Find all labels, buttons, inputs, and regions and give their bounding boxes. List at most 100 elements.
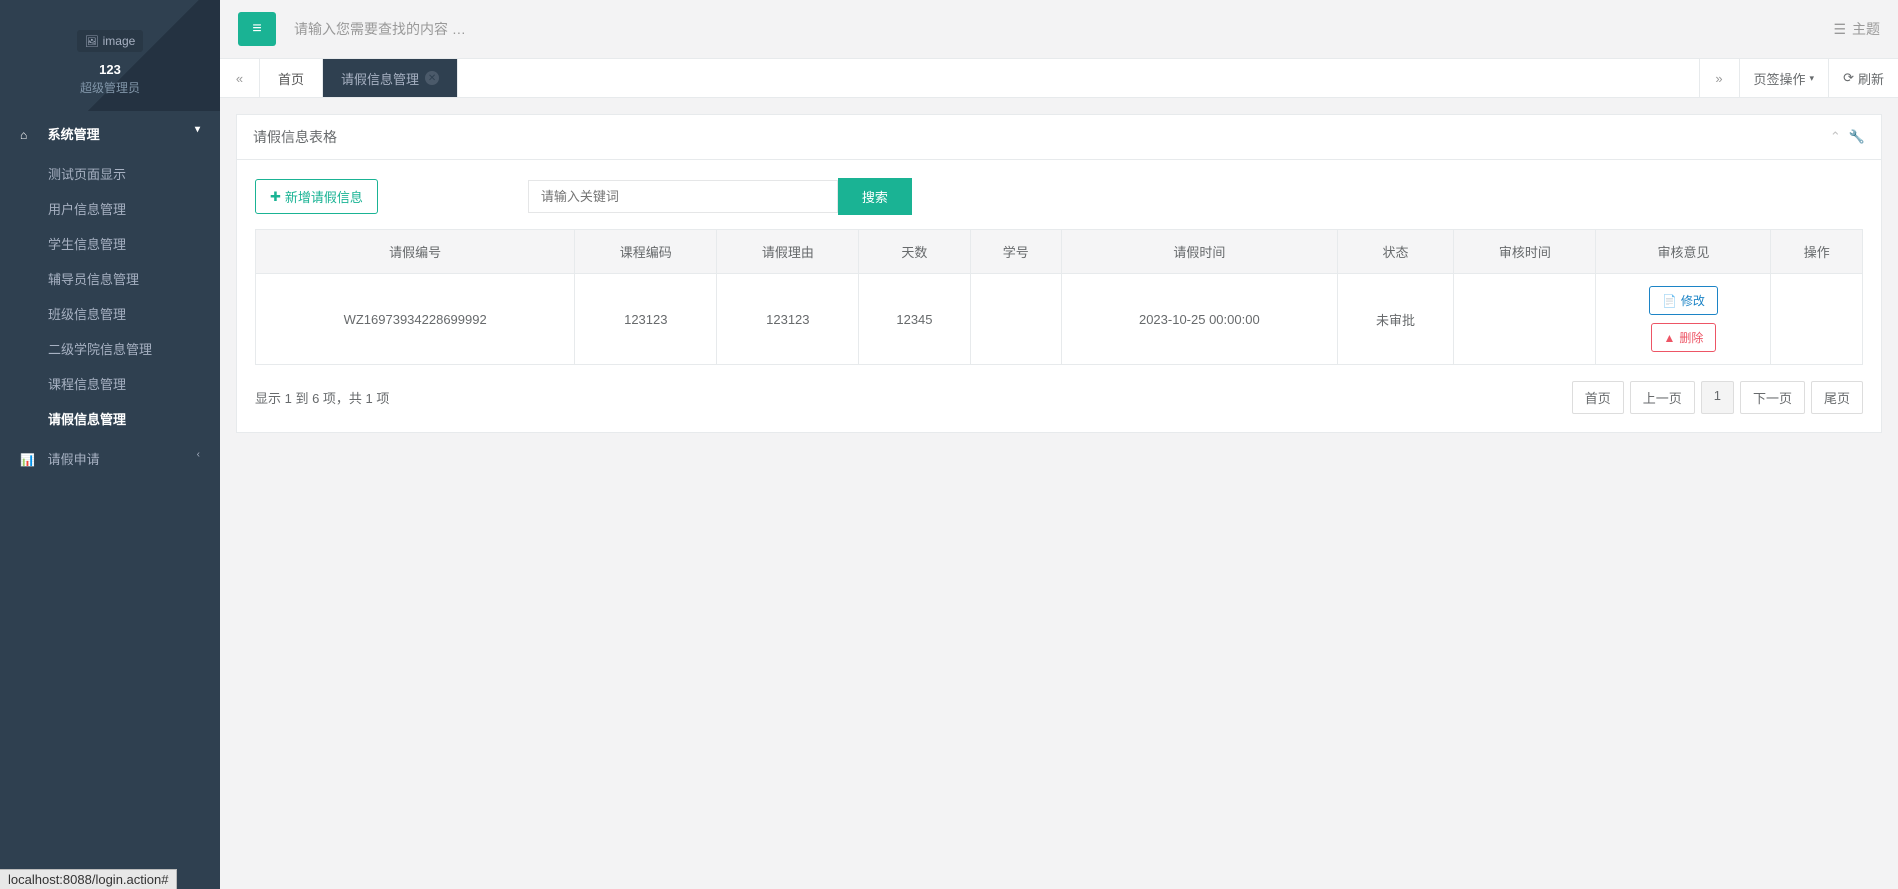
list-icon: ☰ bbox=[1833, 21, 1846, 38]
cell-leave-time: 2023-10-25 00:00:00 bbox=[1061, 274, 1337, 365]
profile-role: 超级管理员 bbox=[20, 79, 200, 96]
topbar: ≡ 请输入您需要查找的内容 … ☰ 主题 bbox=[220, 0, 1898, 58]
tab-ops-dropdown[interactable]: 页签操作 ▾ bbox=[1739, 59, 1829, 97]
close-icon[interactable]: ✕ bbox=[425, 71, 439, 85]
cell-reason: 123123 bbox=[717, 274, 859, 365]
status-bar: localhost:8088/login.action# bbox=[0, 869, 177, 889]
tab-ops-label: 页签操作 bbox=[1754, 69, 1806, 88]
cell-review-time bbox=[1454, 274, 1596, 365]
page-next[interactable]: 下一页 bbox=[1740, 381, 1805, 414]
col-review-comment: 审核意见 bbox=[1596, 230, 1771, 274]
col-leave-time: 请假时间 bbox=[1061, 230, 1337, 274]
nav-group-label: 请假申请 bbox=[48, 452, 100, 467]
home-icon: ⌂ bbox=[20, 128, 36, 142]
delete-button[interactable]: ▲ 删除 bbox=[1651, 323, 1717, 352]
cell-actions bbox=[1771, 274, 1863, 365]
tab-refresh-label: 刷新 bbox=[1858, 69, 1884, 88]
page-last[interactable]: 尾页 bbox=[1811, 381, 1863, 414]
cell-status: 未审批 bbox=[1337, 274, 1454, 365]
tab-scroll-left[interactable]: « bbox=[220, 59, 260, 97]
add-label: 新增请假信息 bbox=[285, 187, 363, 206]
table-header-row: 请假编号 课程编码 请假理由 天数 学号 请假时间 状态 审核时间 审核意见 操… bbox=[256, 230, 1863, 274]
bars-icon: ≡ bbox=[252, 20, 261, 38]
profile-name: 123 bbox=[20, 62, 200, 77]
nav-item-user-mgmt[interactable]: 用户信息管理 bbox=[0, 191, 220, 226]
cell-student-id bbox=[970, 274, 1061, 365]
tab-refresh[interactable]: ⟳ 刷新 bbox=[1828, 59, 1898, 97]
row-actions: 📄 修改 ▲ 删除 bbox=[1606, 286, 1760, 352]
col-review-time: 审核时间 bbox=[1454, 230, 1596, 274]
profile-block: image 123 超级管理员 bbox=[0, 0, 220, 111]
col-course-code: 课程编码 bbox=[575, 230, 717, 274]
theme-link[interactable]: ☰ 主题 bbox=[1833, 19, 1880, 39]
collapse-icon[interactable]: ⌃ bbox=[1830, 129, 1841, 145]
nav-group-system[interactable]: ⌂ 系统管理 ▾ bbox=[0, 111, 220, 156]
panel: 请假信息表格 ⌃ 🔧 ✚ 新增请假信息 搜索 bbox=[236, 114, 1882, 433]
tabbar: « 首页 请假信息管理 ✕ » 页签操作 ▾ ⟳ 刷新 bbox=[220, 58, 1898, 98]
caret-down-icon: ▾ bbox=[1810, 73, 1815, 84]
search-button[interactable]: 搜索 bbox=[838, 178, 912, 215]
nav-group-label: 系统管理 bbox=[48, 127, 100, 142]
panel-tools: ⌃ 🔧 bbox=[1830, 129, 1865, 145]
table-row: WZ16973934228699992 123123 123123 12345 … bbox=[256, 274, 1863, 365]
chart-icon: 📊 bbox=[20, 453, 36, 467]
tab-scroll-right[interactable]: » bbox=[1699, 59, 1739, 97]
nav-item-class-mgmt[interactable]: 班级信息管理 bbox=[0, 296, 220, 331]
cell-course-code: 123123 bbox=[575, 274, 717, 365]
panel-body: ✚ 新增请假信息 搜索 请假编号 课程编码 请假理由 天数 学号 bbox=[237, 160, 1881, 432]
chevron-down-icon: ▾ bbox=[195, 124, 200, 135]
content: 请假信息表格 ⌃ 🔧 ✚ 新增请假信息 搜索 bbox=[220, 98, 1898, 889]
nav: ⌂ 系统管理 ▾ 测试页面显示 用户信息管理 学生信息管理 辅导员信息管理 班级… bbox=[0, 111, 220, 481]
nav-item-course-mgmt[interactable]: 课程信息管理 bbox=[0, 366, 220, 401]
tab-home[interactable]: 首页 bbox=[260, 59, 323, 97]
col-leave-id: 请假编号 bbox=[256, 230, 575, 274]
nav-item-leave-mgmt[interactable]: 请假信息管理 bbox=[0, 401, 220, 436]
col-actions: 操作 bbox=[1771, 230, 1863, 274]
edit-button[interactable]: 📄 修改 bbox=[1649, 286, 1718, 315]
wrench-icon[interactable]: 🔧 bbox=[1849, 129, 1865, 145]
add-leave-button[interactable]: ✚ 新增请假信息 bbox=[255, 179, 378, 214]
refresh-icon: ⟳ bbox=[1843, 70, 1854, 86]
nav-group-leave-apply[interactable]: 📊 请假申请 ‹ bbox=[0, 436, 220, 481]
table-toolbar: ✚ 新增请假信息 搜索 bbox=[255, 178, 1863, 215]
col-status: 状态 bbox=[1337, 230, 1454, 274]
chevron-left-icon: ‹ bbox=[197, 449, 200, 460]
col-reason: 请假理由 bbox=[717, 230, 859, 274]
nav-item-test-page[interactable]: 测试页面显示 bbox=[0, 156, 220, 191]
page-prev[interactable]: 上一页 bbox=[1630, 381, 1695, 414]
panel-title: 请假信息表格 bbox=[253, 127, 1830, 147]
page-current[interactable]: 1 bbox=[1701, 381, 1734, 414]
double-left-icon: « bbox=[236, 71, 243, 86]
delete-label: 删除 bbox=[1679, 329, 1703, 346]
cell-days: 12345 bbox=[859, 274, 970, 365]
pager: 首页 上一页 1 下一页 尾页 bbox=[1572, 381, 1863, 414]
col-student-id: 学号 bbox=[970, 230, 1061, 274]
tab-label: 请假信息管理 bbox=[341, 69, 419, 88]
data-table: 请假编号 课程编码 请假理由 天数 学号 请假时间 状态 审核时间 审核意见 操… bbox=[255, 229, 1863, 365]
avatar: image bbox=[77, 30, 144, 52]
tabs: 首页 请假信息管理 ✕ bbox=[260, 59, 1699, 97]
plus-icon: ✚ bbox=[270, 189, 281, 205]
table-info: 显示 1 到 6 项，共 1 项 bbox=[255, 388, 1572, 407]
main: ≡ 请输入您需要查找的内容 … ☰ 主题 « 首页 请假信息管理 ✕ » 页签操… bbox=[220, 0, 1898, 889]
tab-leave-mgmt[interactable]: 请假信息管理 ✕ bbox=[323, 59, 458, 97]
page-first[interactable]: 首页 bbox=[1572, 381, 1624, 414]
nav-item-counselor-mgmt[interactable]: 辅导员信息管理 bbox=[0, 261, 220, 296]
panel-head: 请假信息表格 ⌃ 🔧 bbox=[237, 115, 1881, 160]
keyword-input[interactable] bbox=[528, 180, 838, 213]
nav-item-college-mgmt[interactable]: 二级学院信息管理 bbox=[0, 331, 220, 366]
cell-leave-id: WZ16973934228699992 bbox=[256, 274, 575, 365]
cell-review-comment: 📄 修改 ▲ 删除 bbox=[1596, 274, 1771, 365]
edit-label: 修改 bbox=[1681, 292, 1705, 309]
menu-toggle-button[interactable]: ≡ bbox=[238, 12, 276, 46]
global-search-placeholder[interactable]: 请输入您需要查找的内容 … bbox=[294, 19, 1833, 39]
col-days: 天数 bbox=[859, 230, 970, 274]
sidebar: image 123 超级管理员 ⌂ 系统管理 ▾ 测试页面显示 用户信息管理 学… bbox=[0, 0, 220, 889]
warning-icon: ▲ bbox=[1664, 331, 1676, 345]
nav-item-student-mgmt[interactable]: 学生信息管理 bbox=[0, 226, 220, 261]
theme-label: 主题 bbox=[1852, 19, 1880, 39]
tab-actions: 页签操作 ▾ ⟳ 刷新 bbox=[1739, 59, 1898, 97]
double-right-icon: » bbox=[1715, 71, 1722, 86]
copy-icon: 📄 bbox=[1662, 294, 1677, 308]
table-foot: 显示 1 到 6 项，共 1 项 首页 上一页 1 下一页 尾页 bbox=[255, 381, 1863, 414]
